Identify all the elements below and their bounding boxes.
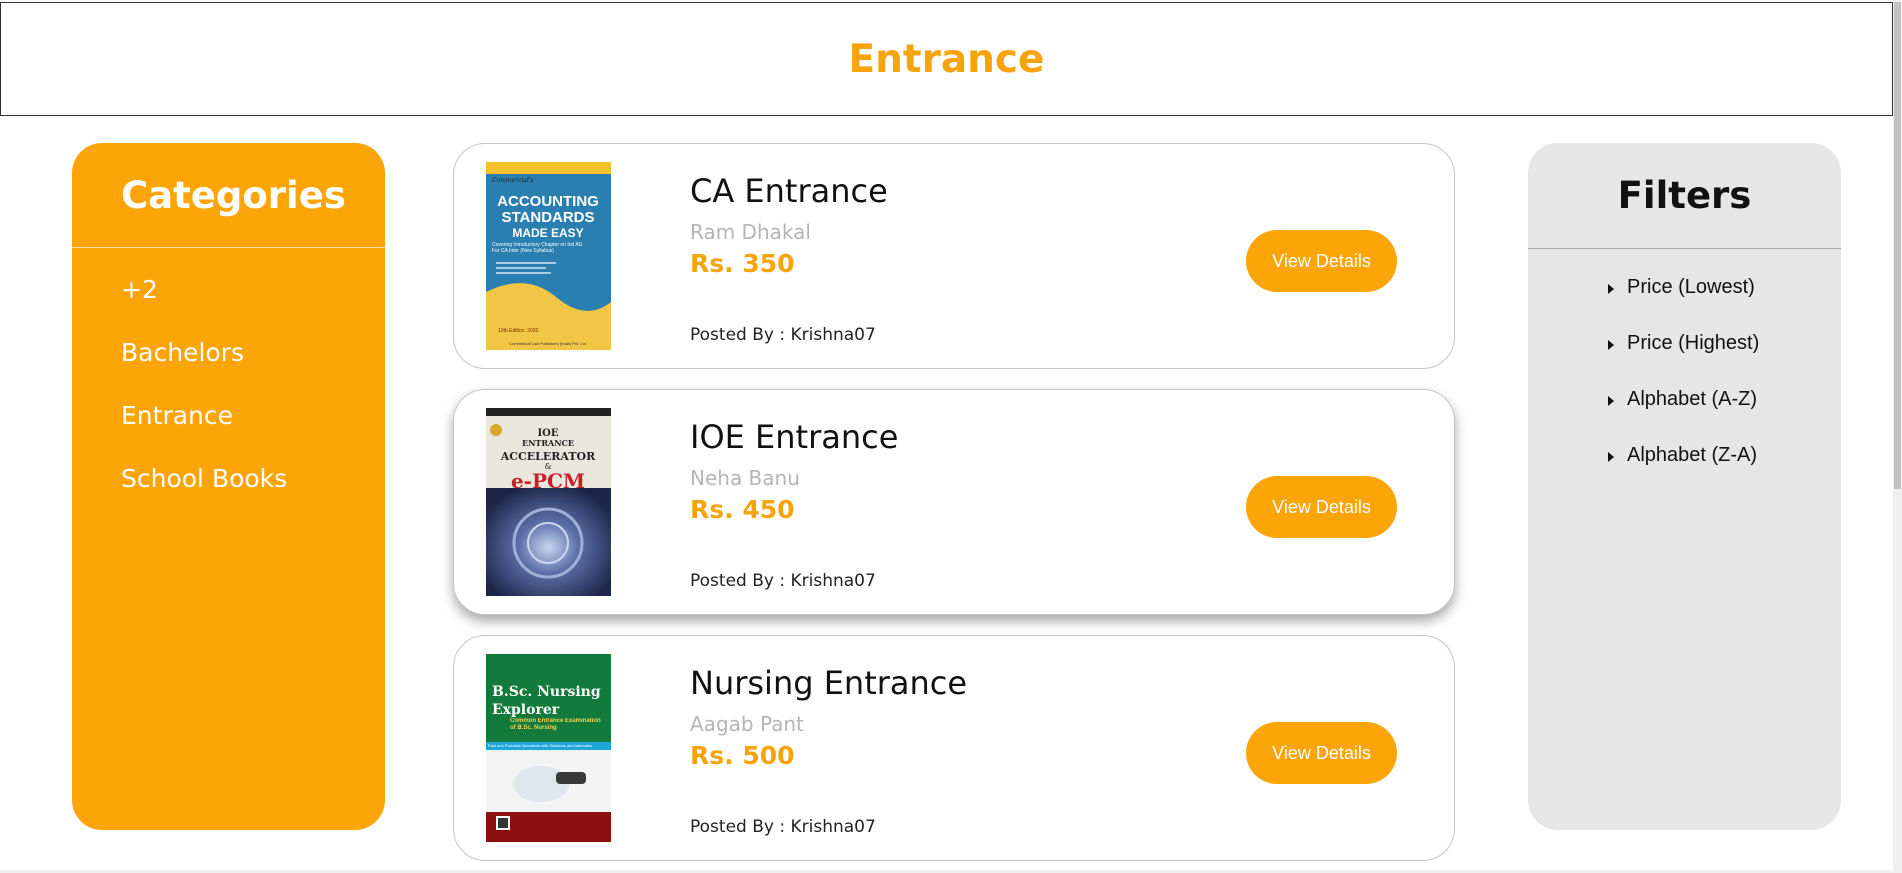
book-posted-by: Posted By : Krishna07 bbox=[690, 571, 876, 591]
book-card: IOE ENTRANCE ACCELERATOR & e-PCM IOE Ent… bbox=[453, 389, 1455, 615]
cover-edition: 12th Edition, 2020 bbox=[498, 328, 539, 334]
book-title: Nursing Entrance bbox=[690, 664, 968, 702]
cover-big-title: e-PCM bbox=[511, 469, 585, 493]
book-price: Rs. 450 bbox=[690, 495, 795, 524]
book-author: Ram Dhakal bbox=[690, 220, 811, 244]
cover-publisher: Commercial's bbox=[492, 177, 534, 184]
cover-subtitle: Common Entrance Examination of B.Sc. Nur… bbox=[510, 718, 601, 731]
cover-title-line: ACCOUNTING bbox=[497, 193, 599, 210]
book-title: CA Entrance bbox=[690, 172, 888, 210]
filter-label: Price (Lowest) bbox=[1627, 276, 1755, 298]
cover-subtitle: Covering Introductory Chapter on Ind AS … bbox=[492, 242, 583, 254]
book-posted-by: Posted By : Krishna07 bbox=[690, 325, 876, 345]
book-price: Rs. 350 bbox=[690, 249, 795, 278]
caret-right-icon bbox=[1608, 396, 1614, 406]
cover-title-line: Explorer bbox=[492, 702, 560, 718]
categories-list: +2 Bachelors Entrance School Books bbox=[72, 248, 385, 522]
filter-label: Alphabet (Z-A) bbox=[1627, 444, 1758, 466]
cover-title-line: B.Sc. Nursing bbox=[492, 684, 601, 700]
category-item-plus-two[interactable]: +2 bbox=[121, 270, 385, 333]
book-card: Commercial's ACCOUNTING STANDARDS MADE E… bbox=[453, 143, 1455, 369]
caret-right-icon bbox=[1608, 284, 1614, 294]
filters-panel: Filters Price (Lowest) Price (Highest) A… bbox=[1528, 143, 1841, 830]
view-details-button[interactable]: View Details bbox=[1246, 230, 1397, 292]
book-title: IOE Entrance bbox=[690, 418, 899, 456]
cover-strip: Past and Probable Questions with Solutio… bbox=[488, 743, 593, 748]
view-details-button[interactable]: View Details bbox=[1246, 476, 1397, 538]
page-title: Entrance bbox=[848, 36, 1045, 82]
filters-list: Price (Lowest) Price (Highest) Alphabet … bbox=[1528, 249, 1841, 500]
filters-title: Filters bbox=[1528, 143, 1841, 249]
filter-label: Alphabet (A-Z) bbox=[1627, 388, 1758, 410]
book-card: B.Sc. Nursing Explorer Common Entrance E… bbox=[453, 635, 1455, 861]
cover-title-line: MADE EASY bbox=[512, 226, 583, 240]
book-cover-image: IOE ENTRANCE ACCELERATOR & e-PCM bbox=[486, 408, 611, 596]
filter-label: Price (Highest) bbox=[1627, 332, 1760, 354]
book-cover-image: B.Sc. Nursing Explorer Common Entrance E… bbox=[486, 654, 611, 842]
caret-right-icon bbox=[1608, 340, 1614, 350]
page-header: Entrance bbox=[0, 2, 1893, 116]
book-author: Aagab Pant bbox=[690, 712, 804, 736]
filter-alphabet-z-a[interactable]: Alphabet (Z-A) bbox=[1528, 444, 1841, 500]
book-cover-image: Commercial's ACCOUNTING STANDARDS MADE E… bbox=[486, 162, 611, 350]
filter-price-lowest[interactable]: Price (Lowest) bbox=[1528, 276, 1841, 332]
book-price: Rs. 500 bbox=[690, 741, 795, 770]
book-posted-by: Posted By : Krishna07 bbox=[690, 817, 876, 837]
page-scrollbar[interactable] bbox=[1893, 0, 1902, 873]
view-details-button[interactable]: View Details bbox=[1246, 722, 1397, 784]
categories-panel: Categories +2 Bachelors Entrance School … bbox=[72, 143, 385, 830]
cover-title-line: STANDARDS bbox=[501, 209, 594, 226]
cover-footer: Commercial Law Publishers (India) Pvt. L… bbox=[509, 341, 587, 346]
cover-title-line: ENTRANCE bbox=[522, 438, 574, 448]
filter-price-highest[interactable]: Price (Highest) bbox=[1528, 332, 1841, 388]
scrollbar-thumb[interactable] bbox=[1894, 2, 1901, 489]
caret-right-icon bbox=[1608, 452, 1614, 462]
filter-alphabet-a-z[interactable]: Alphabet (A-Z) bbox=[1528, 388, 1841, 444]
categories-title: Categories bbox=[72, 143, 385, 248]
category-item-entrance[interactable]: Entrance bbox=[121, 396, 385, 459]
category-item-bachelors[interactable]: Bachelors bbox=[121, 333, 385, 396]
book-author: Neha Banu bbox=[690, 466, 800, 490]
category-item-school-books[interactable]: School Books bbox=[121, 459, 385, 522]
